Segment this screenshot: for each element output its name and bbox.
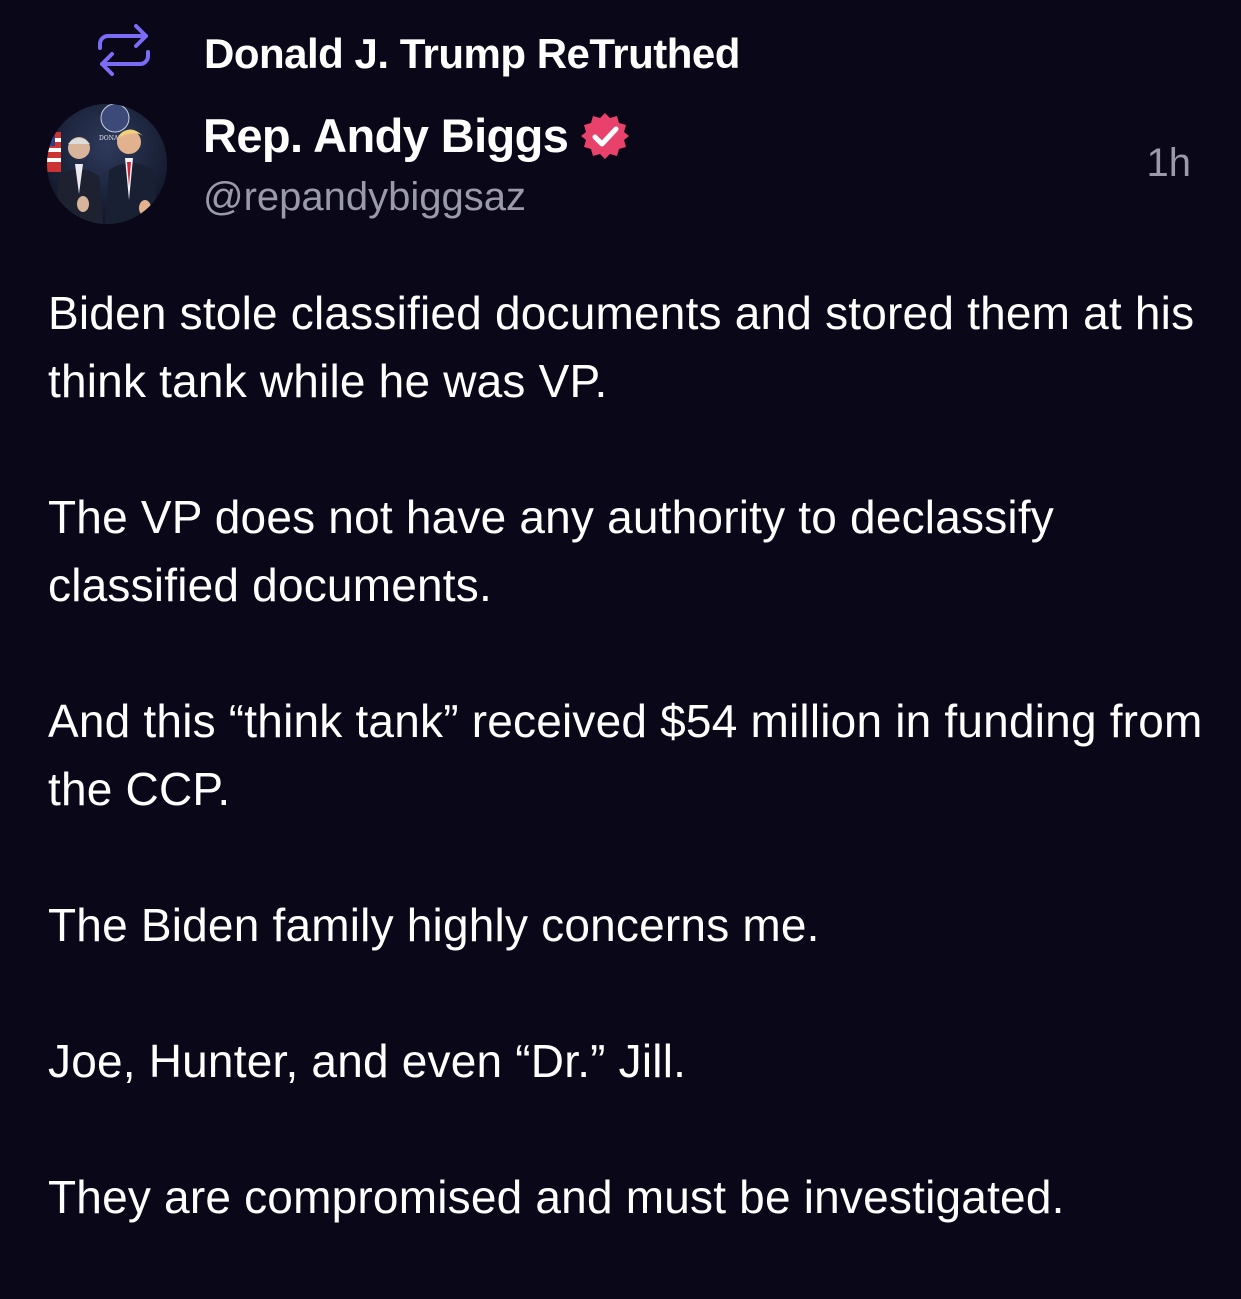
post-body: Biden stole classified documents and sto… [48,279,1208,1299]
post-paragraph: And this “think tank” received $54 milli… [48,695,1203,815]
author-handle[interactable]: @repandybiggsaz [203,175,526,220]
retruth-label[interactable]: Donald J. Trump ReTruthed [204,30,740,78]
avatar[interactable]: DONALD J. T [47,104,167,224]
repost-icon [96,22,152,78]
post-timestamp[interactable]: 1h [1147,141,1192,186]
author-name[interactable]: Rep. Andy Biggs [203,108,569,163]
post-paragraph: The Biden family highly concerns me. [48,899,820,951]
retruth-header: Donald J. Trump ReTruthed [96,22,740,78]
post-paragraph: The VP does not have any authority to de… [48,491,1055,611]
verified-badge-icon [580,111,630,161]
post-paragraph: Joe, Hunter, and even “Dr.” Jill. [48,1035,687,1087]
post-paragraph: Biden stole classified documents and sto… [48,287,1195,407]
post-paragraph: They are compromised and must be investi… [48,1171,1065,1223]
author-name-row: Rep. Andy Biggs [203,108,630,163]
